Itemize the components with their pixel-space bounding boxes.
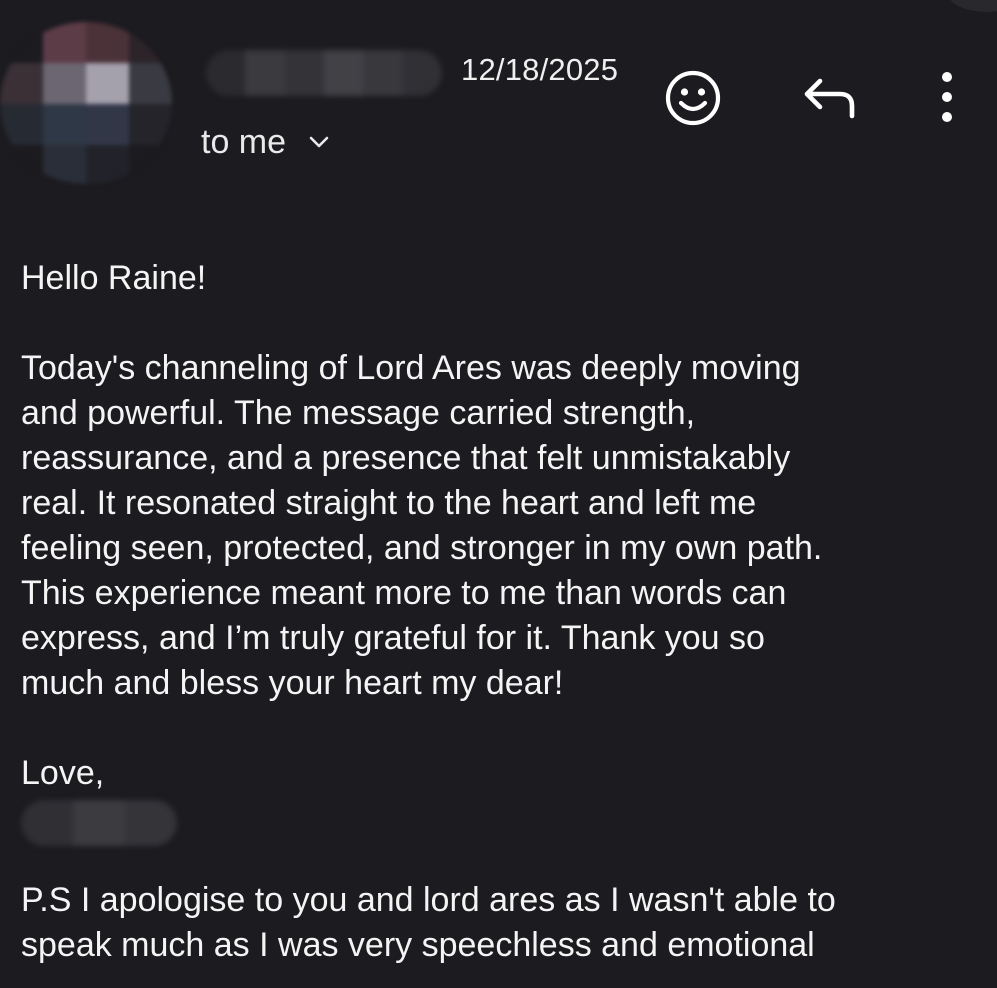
more-options-button[interactable] (930, 66, 964, 128)
recipient-label: to me (201, 122, 287, 161)
email-body: Hello Raine! Today's channeling of Lord … (21, 256, 981, 968)
background-shape (947, 0, 997, 12)
greeting: Hello Raine! (21, 259, 207, 297)
signature-redacted (21, 800, 177, 846)
reply-button[interactable] (800, 72, 862, 126)
recipient-details-toggle[interactable]: to me (201, 120, 330, 164)
closing: Love, (21, 754, 105, 792)
avatar (0, 22, 172, 184)
more-vert-icon (942, 72, 952, 122)
sender-name-redacted (206, 50, 442, 96)
reply-arrow-icon (804, 78, 855, 119)
smiley-face-icon (665, 70, 721, 126)
chevron-down-icon (309, 136, 329, 148)
add-reaction-button[interactable] (662, 67, 724, 129)
postscript: P.S I apologise to you and lord ares as … (21, 881, 836, 964)
message-paragraph: Today's channeling of Lord Ares was deep… (21, 349, 823, 702)
email-date: 12/18/2025 (461, 52, 619, 87)
